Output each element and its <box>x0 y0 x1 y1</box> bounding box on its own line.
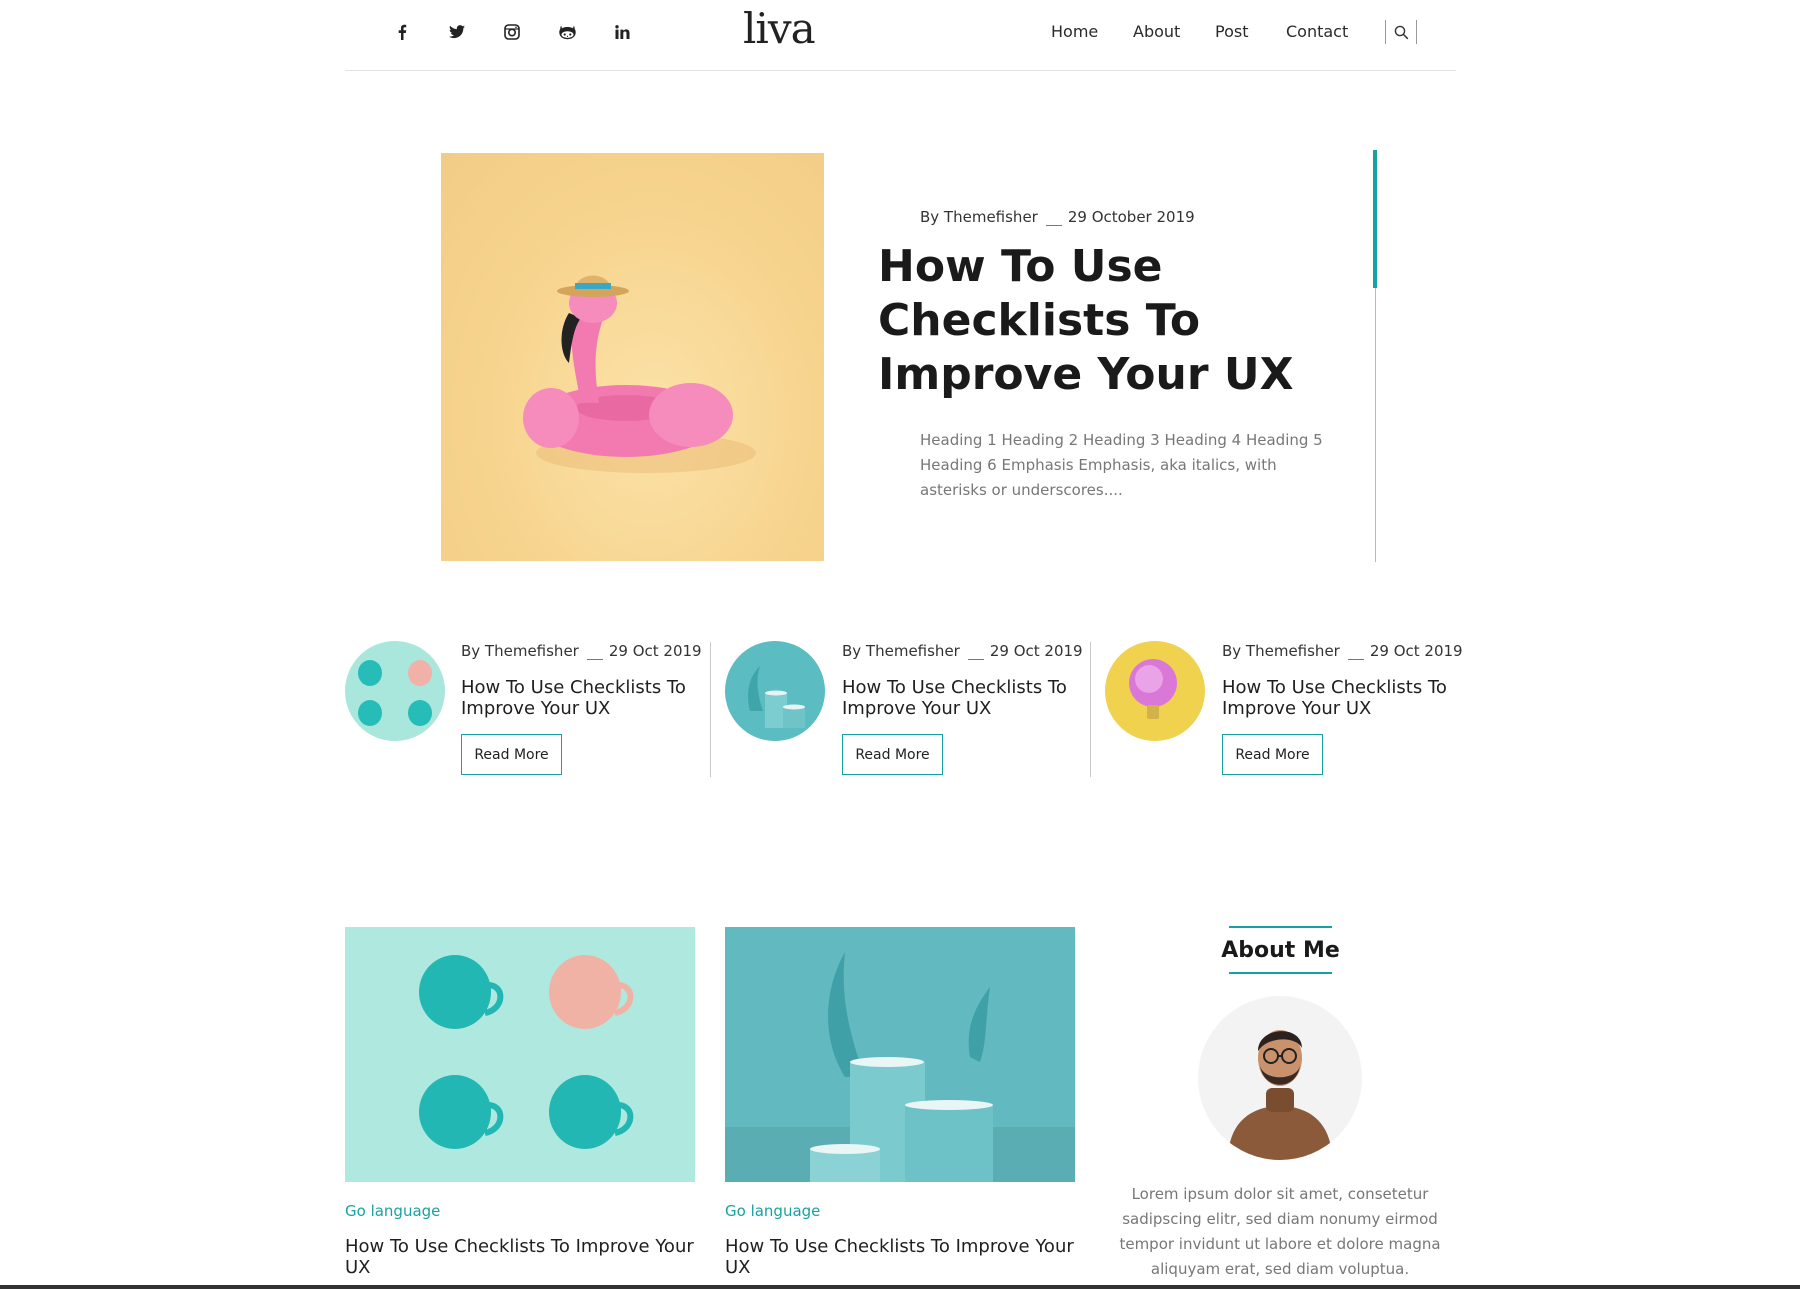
podium-image <box>725 952 1075 1182</box>
meta-separator <box>1347 659 1364 660</box>
grid-post-image-1[interactable] <box>345 927 695 1182</box>
hero-excerpt: Heading 1 Heading 2 Heading 3 Heading 4 … <box>920 431 1323 499</box>
flamingo-float-illustration <box>523 275 756 473</box>
meta-separator <box>586 659 603 660</box>
small-post-meta-1: By Themefisher 29 Oct 2019 <box>461 642 702 660</box>
small-post-thumb-3[interactable] <box>1105 641 1205 741</box>
small-post-author[interactable]: By Themefisher <box>1222 642 1340 660</box>
small-post-author[interactable]: By Themefisher <box>842 642 960 660</box>
site-header: liva Home About Post Contact <box>345 0 1456 71</box>
hero-title[interactable]: How To Use Checklists To Improve Your UX <box>878 240 1318 402</box>
site-logo[interactable]: liva <box>743 4 816 53</box>
mugs-thumbnail <box>358 660 432 726</box>
podium-thumbnail <box>748 666 805 728</box>
avatar <box>1198 996 1362 1160</box>
small-post-author[interactable]: By Themefisher <box>461 642 579 660</box>
fluffy-bulb-thumbnail <box>1129 659 1177 719</box>
twitter-icon[interactable] <box>443 20 471 44</box>
small-post-thumb-1[interactable] <box>345 641 445 741</box>
nav-post[interactable]: Post <box>1215 22 1248 41</box>
bottom-bar <box>0 1285 1800 1289</box>
linkedin-icon[interactable] <box>608 20 636 44</box>
small-post-title-1[interactable]: How To Use Checklists To Improve Your UX <box>461 677 701 719</box>
search-button[interactable] <box>1385 20 1417 44</box>
meta-separator <box>1045 225 1062 226</box>
portrait-illustration <box>1228 1030 1332 1160</box>
nav-about[interactable]: About <box>1133 22 1180 41</box>
small-post-date: 29 Oct 2019 <box>1369 642 1463 660</box>
hero-accent-bar <box>1373 150 1377 288</box>
hero-image[interactable] <box>441 153 824 561</box>
small-post-title-3[interactable]: How To Use Checklists To Improve Your UX <box>1222 677 1462 719</box>
grid-post-title-1[interactable]: How To Use Checklists To Improve Your UX <box>345 1236 695 1278</box>
small-post-date: 29 Oct 2019 <box>989 642 1083 660</box>
small-post-thumb-2[interactable] <box>725 641 825 741</box>
nav-contact[interactable]: Contact <box>1286 22 1348 41</box>
small-post-meta-3: By Themefisher 29 Oct 2019 <box>1222 642 1463 660</box>
read-more-button-1[interactable]: Read More <box>461 734 562 775</box>
hero-author[interactable]: By Themefisher <box>920 208 1038 226</box>
facebook-icon[interactable] <box>388 20 416 44</box>
grid-post-category-1[interactable]: Go language <box>345 1202 440 1220</box>
small-post-date: 29 Oct 2019 <box>608 642 702 660</box>
post-divider <box>1090 642 1091 777</box>
read-more-button-3[interactable]: Read More <box>1222 734 1323 775</box>
about-text: Lorem ipsum dolor sit amet, consetetur s… <box>1119 1185 1441 1278</box>
search-icon <box>1394 25 1408 39</box>
hero-meta: By Themefisher 29 October 2019 <box>920 208 1195 226</box>
small-post-title-2[interactable]: How To Use Checklists To Improve Your UX <box>842 677 1082 719</box>
grid-post-category-2[interactable]: Go language <box>725 1202 820 1220</box>
nav-home[interactable]: Home <box>1051 22 1098 41</box>
grid-post-image-2[interactable] <box>725 927 1075 1182</box>
about-title: About Me <box>1221 926 1340 974</box>
post-divider <box>710 642 711 777</box>
read-more-button-2[interactable]: Read More <box>842 734 943 775</box>
instagram-icon[interactable] <box>498 20 526 44</box>
small-post-meta-2: By Themefisher 29 Oct 2019 <box>842 642 1083 660</box>
mugs-image <box>419 955 634 1149</box>
hero-date: 29 October 2019 <box>1067 208 1195 226</box>
grid-post-title-2[interactable]: How To Use Checklists To Improve Your UX <box>725 1236 1075 1278</box>
meta-separator <box>967 659 984 660</box>
github-icon[interactable] <box>553 20 581 44</box>
